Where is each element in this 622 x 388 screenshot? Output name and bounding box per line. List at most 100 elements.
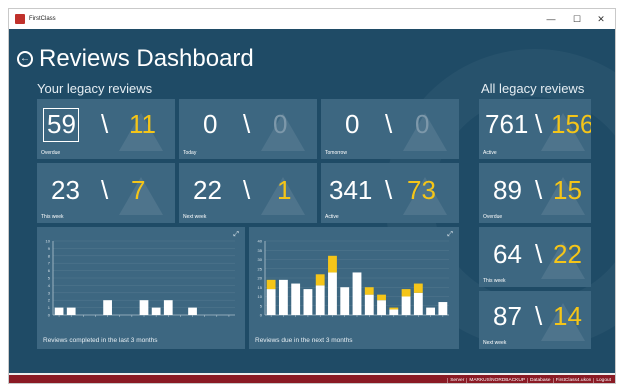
bar	[401, 289, 411, 297]
bar	[278, 279, 288, 315]
tile-value: 89	[493, 175, 522, 205]
tile-accent-value: 0	[273, 109, 288, 139]
y-tick-label: 9	[48, 246, 51, 251]
page-title: Reviews Dashboard	[39, 45, 254, 72]
tile-next-week[interactable]: 22 \ 1 Next week	[179, 163, 317, 223]
bar	[364, 287, 374, 295]
tile-value: 0	[203, 109, 218, 139]
tile-accent-value: 73	[407, 175, 436, 205]
y-tick-label: 15	[258, 285, 263, 290]
tile-value: 23	[51, 175, 80, 205]
expand-icon[interactable]: ⤢	[233, 231, 239, 239]
tile-caption: Next week	[183, 214, 207, 220]
back-arrow-icon[interactable]: ←	[17, 51, 33, 67]
status-db-name: FirstClass4.ukon	[552, 377, 594, 383]
tile-value: 761	[485, 109, 529, 139]
chart-due-svg: 0 5 10 15 20 25 30 35 40	[258, 239, 449, 318]
close-button[interactable]: ✕	[589, 9, 613, 29]
y-tick-label: 7	[48, 261, 51, 266]
all-tile-this-week[interactable]: 64 \ 22 This week	[479, 227, 591, 287]
tile-caption: Today	[183, 150, 197, 156]
tile-caption: Active	[325, 214, 339, 220]
tile-caption: This week	[41, 214, 64, 220]
y-tick-label: 30	[258, 257, 263, 262]
status-bar: Server MARKUS\NORDBACKUP Database FirstC…	[9, 375, 615, 383]
bar	[328, 255, 337, 273]
tile-caption: Tomorrow	[325, 150, 347, 156]
expand-icon[interactable]: ⤢	[447, 231, 453, 239]
bar	[315, 274, 325, 286]
y-tick-label: 35	[258, 248, 263, 253]
tile-caption: Overdue	[41, 150, 61, 156]
tile-separator: \	[535, 109, 543, 139]
y-tick-label: 10	[258, 294, 263, 299]
tile-today[interactable]: 0 \ 0 Today	[179, 99, 317, 159]
y-tick-label: 8	[48, 253, 51, 258]
bar	[315, 285, 325, 315]
tile-accent-value: 0	[415, 109, 430, 139]
tile-accent-value: 15	[553, 175, 582, 205]
tile-tomorrow[interactable]: 0 \ 0 Tomorrow	[321, 99, 459, 159]
tile-value: 87	[493, 301, 522, 331]
tile-accent-value: 156	[551, 109, 591, 139]
tile-accent-value: 14	[553, 301, 582, 331]
tile-separator: \	[385, 175, 393, 205]
status-server: Server	[447, 377, 466, 383]
title-bar: FirstClass — ☐ ✕	[9, 9, 615, 29]
logout-link[interactable]: Logout	[593, 377, 613, 383]
tile-separator: \	[243, 109, 251, 139]
tile-value: 64	[493, 239, 522, 269]
tile-separator: \	[535, 301, 543, 331]
bar	[352, 272, 362, 315]
bar	[266, 289, 276, 315]
chart-completed[interactable]: 0 1 2 3 4 5 6 7 8 9 10 ⤢ Reviews completed in the …	[37, 227, 245, 349]
bar	[163, 300, 173, 315]
bar	[103, 300, 112, 315]
bar	[413, 292, 423, 315]
tile-overdue[interactable]: 59 \ 11 Overdue	[37, 99, 175, 159]
tile-separator: \	[101, 109, 109, 139]
bar	[266, 279, 276, 290]
bar	[377, 294, 386, 301]
window-title: FirstClass	[29, 16, 56, 22]
bar	[389, 307, 399, 310]
maximize-button[interactable]: ☐	[565, 9, 589, 29]
tile-separator: \	[535, 239, 543, 269]
tile-value: 341	[329, 175, 373, 205]
status-database: Database	[527, 377, 553, 383]
bar	[66, 307, 76, 315]
tile-caption: Next week	[483, 340, 507, 346]
all-tile-active[interactable]: 761 \ 156 Active	[479, 99, 591, 159]
bar	[139, 300, 149, 315]
tile-value: 59	[47, 109, 76, 139]
chart-due[interactable]: 0 5 10 15 20 25 30 35 40 ⤢ Reviews due in the ne…	[249, 227, 459, 349]
tile-accent-value: 22	[553, 239, 582, 269]
tile-active[interactable]: 341 \ 73 Active	[321, 163, 459, 223]
y-tick-label: 25	[258, 266, 263, 271]
bar	[438, 302, 448, 315]
tile-this-week[interactable]: 23 \ 7 This week	[37, 163, 175, 223]
bar	[340, 287, 350, 315]
all-tile-next-week[interactable]: 87 \ 14 Next week	[479, 291, 591, 349]
chart-title: Reviews due in the next 3 months	[255, 337, 353, 344]
dashboard: ← Reviews Dashboard Your legacy reviews …	[9, 29, 615, 373]
tile-separator: \	[101, 175, 109, 205]
tile-caption: Active	[483, 150, 497, 156]
minimize-button[interactable]: —	[539, 9, 563, 29]
app-window: FirstClass — ☐ ✕ ← Reviews Dashboard You…	[8, 8, 616, 384]
all-reviews-heading: All legacy reviews	[481, 81, 585, 96]
bar	[54, 307, 64, 315]
bar	[364, 294, 374, 315]
tile-separator: \	[385, 109, 393, 139]
legacy-reviews-heading: Your legacy reviews	[37, 81, 153, 96]
y-tick-label: 2	[48, 298, 51, 303]
tile-accent-value: 7	[131, 175, 146, 205]
chart-completed-svg: 0 1 2 3 4 5 6 7 8 9 10	[46, 239, 235, 318]
y-tick-label: 6	[48, 268, 51, 273]
app-logo-icon	[15, 14, 25, 24]
all-tile-overdue[interactable]: 89 \ 15 Overdue	[479, 163, 591, 223]
bar	[151, 307, 161, 315]
tile-separator: \	[243, 175, 251, 205]
y-tick-label: 3	[48, 290, 51, 295]
tile-value: 22	[193, 175, 222, 205]
